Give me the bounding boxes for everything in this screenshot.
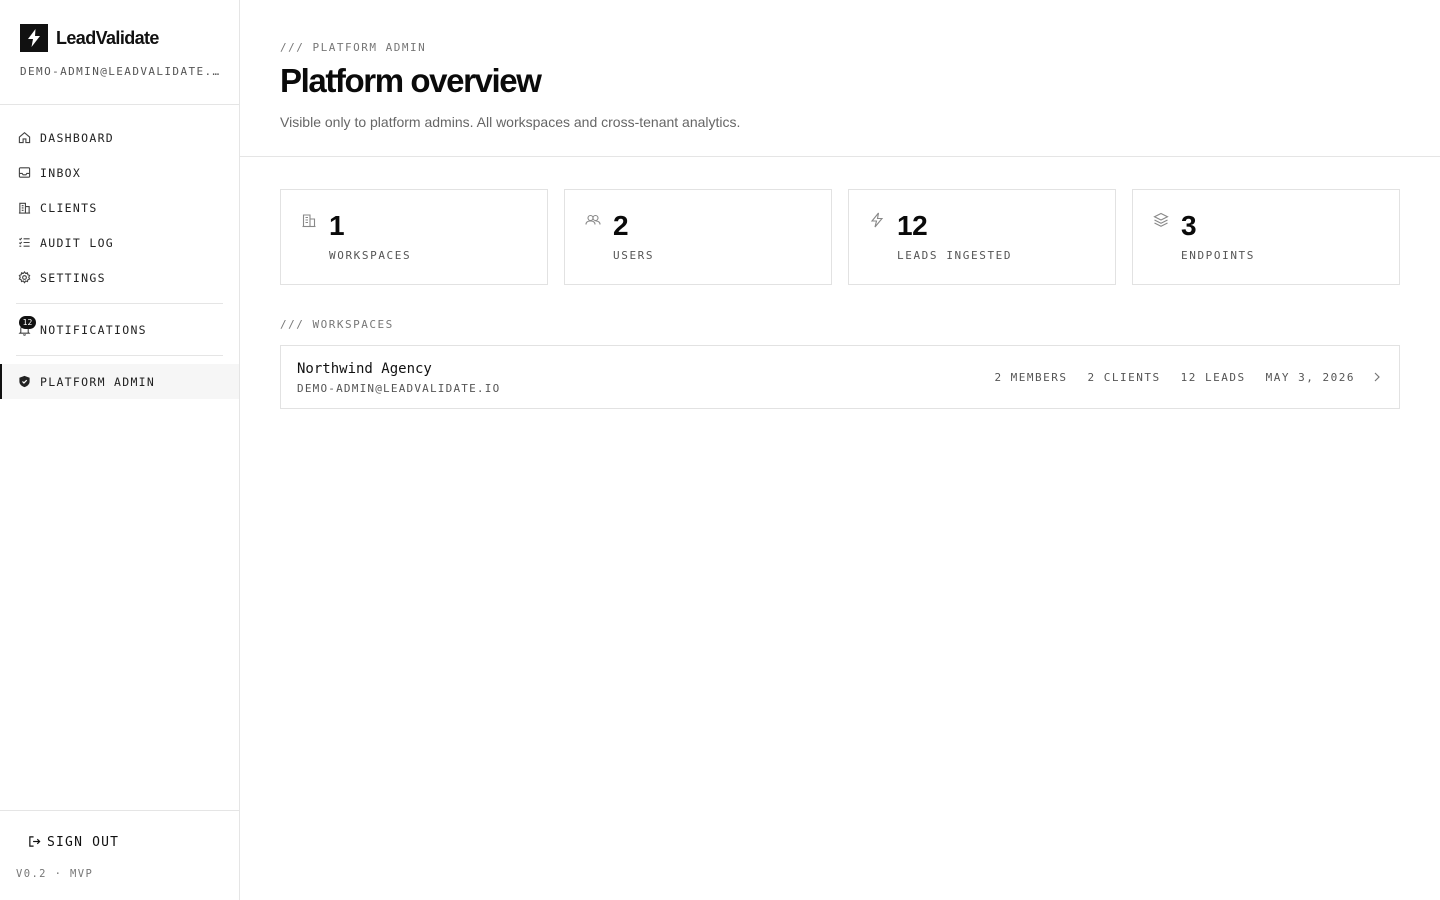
workspace-name: Northwind Agency [297,361,432,377]
bolt-icon [869,212,885,228]
sidebar-item-label: SETTINGS [40,270,106,285]
version-label: V0.2 · MVP [16,868,94,880]
page-title: Platform overview [280,62,542,99]
users-icon [585,212,601,228]
workspace-clients: 2 CLIENTS [1087,370,1161,384]
workspace-meta: 2 MEMBERS 2 CLIENTS 12 LEADS MAY 3, 2026 [974,346,1383,408]
stat-value: 2 [613,210,629,241]
stat-card-workspaces: 1 WORKSPACES [280,189,548,285]
stat-label: ENDPOINTS [1181,249,1256,262]
sidebar-divider [0,810,239,811]
notification-count-badge: 12 [19,316,36,329]
sign-out-icon [28,833,41,852]
sidebar-item-label: DASHBOARD [40,130,115,145]
header-divider [240,156,1440,157]
sidebar-item-label: AUDIT LOG [40,235,115,250]
sidebar-item-label: PLATFORM ADMIN [40,374,156,389]
sidebar-divider [0,104,239,105]
sidebar-item-label: CLIENTS [40,200,98,215]
sign-out-button[interactable]: SIGN OUT [28,832,119,852]
brand-name: LeadValidate [56,27,159,48]
sidebar-item-settings[interactable]: SETTINGS [0,260,239,295]
sidebar-item-clients[interactable]: CLIENTS [0,190,239,225]
sidebar-item-label: NOTIFICATIONS [40,322,147,337]
stat-value: 12 [897,210,928,241]
home-icon [17,131,31,145]
stat-label: WORKSPACES [329,249,412,262]
stats-row: 1 WORKSPACES 2 USERS 12 LEADS INGESTED 3… [280,189,1400,285]
page-subtitle: Visible only to platform admins. All wor… [280,114,741,130]
main-content: /// PLATFORM ADMIN Platform overview Vis… [240,0,1440,900]
layers-icon [1153,212,1169,228]
account-email: DEMO-ADMIN@LEADVALIDATE.IO [20,65,220,78]
page-eyebrow: /// PLATFORM ADMIN [280,41,427,54]
sidebar-nav: DASHBOARD INBOX CLIENTS AUDIT LOG SETTIN… [0,120,239,399]
workspace-members: 2 MEMBERS [994,370,1068,384]
stat-label: USERS [613,249,655,262]
stat-card-leads-ingested: 12 LEADS INGESTED [848,189,1116,285]
stat-card-endpoints: 3 ENDPOINTS [1132,189,1400,285]
sign-out-label: SIGN OUT [47,834,120,850]
bolt-icon [20,24,48,52]
sidebar-item-audit-log[interactable]: AUDIT LOG [0,225,239,260]
sidebar-item-inbox[interactable]: INBOX [0,155,239,190]
gear-icon [17,271,31,285]
stat-value: 1 [329,210,345,241]
list-check-icon [17,236,31,250]
inbox-icon [17,166,31,180]
sidebar-item-label: INBOX [40,165,82,180]
shield-icon [17,375,31,389]
stat-label: LEADS INGESTED [897,249,1013,262]
nav-divider [16,303,223,304]
chevron-right-icon [1371,371,1383,383]
sidebar-item-notifications[interactable]: 12 NOTIFICATIONS [0,312,239,347]
building-icon [301,212,317,228]
workspace-leads: 12 LEADS [1180,370,1246,384]
nav-divider [16,355,223,356]
workspace-row[interactable]: Northwind Agency DEMO-ADMIN@LEADVALIDATE… [280,345,1400,409]
stat-card-users: 2 USERS [564,189,832,285]
stat-value: 3 [1181,210,1197,241]
workspaces-section-label: /// WORKSPACES [280,318,394,331]
workspace-owner-email: DEMO-ADMIN@LEADVALIDATE.IO [297,382,501,395]
sidebar-item-platform-admin[interactable]: PLATFORM ADMIN [0,364,239,399]
workspace-created-date: MAY 3, 2026 [1265,370,1355,384]
sidebar-item-dashboard[interactable]: DASHBOARD [0,120,239,155]
sidebar: LeadValidate DEMO-ADMIN@LEADVALIDATE.IO … [0,0,240,900]
brand[interactable]: LeadValidate [20,24,159,52]
building-icon [17,201,31,215]
